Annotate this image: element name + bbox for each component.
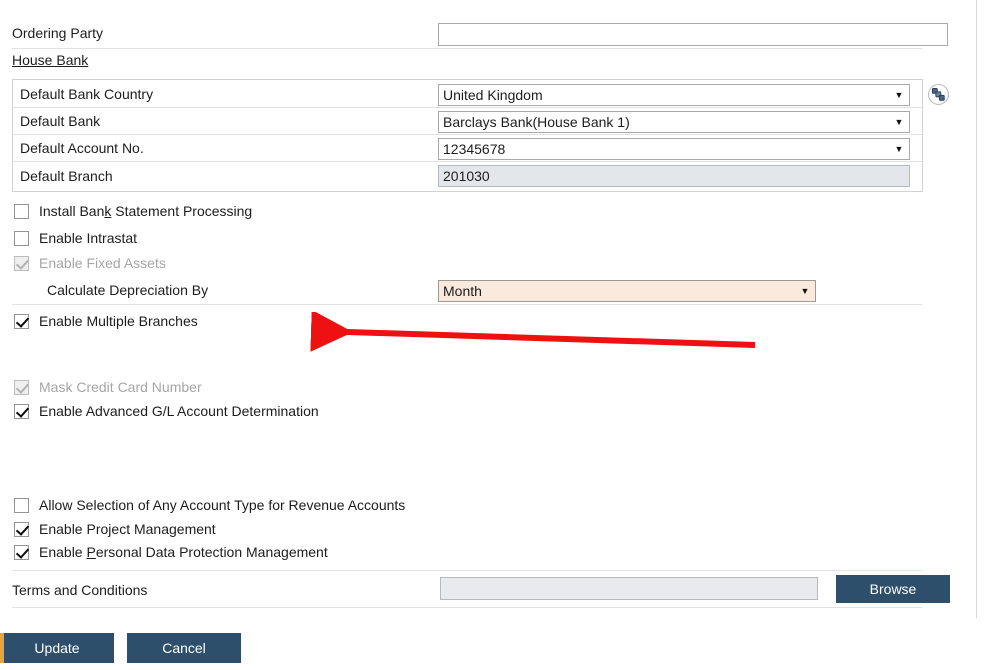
checkbox-row-allow-selection-any-account-type[interactable]: Allow Selection of Any Account Type for … [14,494,405,516]
row-separator [12,570,922,571]
checkbox-allow-selection-any-account-type[interactable] [14,498,29,513]
chevron-down-icon: ▼ [889,91,909,100]
checkbox-row-enable-advanced-gl-account-determination[interactable]: Enable Advanced G/L Account Determinatio… [14,400,319,422]
checkbox-enable-advanced-gl-account-determination[interactable] [14,404,29,419]
checkbox-label: Enable Intrastat [39,230,137,246]
checkbox-enable-intrastat[interactable] [14,231,29,246]
checkbox-enable-personal-data-protection-management[interactable] [14,545,29,560]
terms-and-conditions-label: Terms and Conditions [12,582,147,598]
cancel-button-label: Cancel [162,640,206,656]
row-separator [12,134,922,135]
default-bank-country-combo[interactable]: United Kingdom ▼ [438,84,910,106]
row-separator [12,107,922,108]
default-bank-combo[interactable]: Barclays Bank(House Bank 1) ▼ [438,111,910,133]
checkbox-row-enable-personal-data-protection-management[interactable]: Enable Personal Data Protection Manageme… [14,541,328,563]
default-bank-value: Barclays Bank(House Bank 1) [439,114,889,130]
ordering-party-label: Ordering Party [12,25,103,41]
checkbox-row-enable-fixed-assets: Enable Fixed Assets [14,252,166,274]
checkbox-label: Install Bank Statement Processing [39,203,252,219]
row-separator [12,48,922,49]
terms-and-conditions-input[interactable] [440,577,818,600]
default-branch-field: 201030 [438,165,910,187]
checkbox-mask-credit-card-number [14,380,29,395]
checkbox-label: Mask Credit Card Number [39,379,202,395]
chevron-down-icon: ▼ [795,287,815,296]
house-bank-section-header[interactable]: House Bank [12,52,88,68]
row-separator [12,607,922,608]
checkbox-label: Enable Personal Data Protection Manageme… [39,544,328,560]
default-account-no-label: Default Account No. [20,140,144,156]
checkbox-enable-fixed-assets [14,256,29,271]
checkbox-label: Enable Fixed Assets [39,255,166,271]
calculate-depreciation-combo[interactable]: Month ▼ [438,280,816,302]
checkbox-enable-multiple-branches[interactable] [14,314,29,329]
browse-button-label: Browse [870,581,917,597]
chevron-down-icon: ▼ [889,145,909,154]
default-account-no-combo[interactable]: 12345678 ▼ [438,138,910,160]
default-branch-value: 201030 [439,168,909,184]
default-bank-label: Default Bank [20,113,100,129]
calculate-depreciation-label: Calculate Depreciation By [47,282,208,298]
cancel-button[interactable]: Cancel [127,633,241,663]
checkbox-row-enable-intrastat[interactable]: Enable Intrastat [14,227,137,249]
checkbox-enable-project-management[interactable] [14,522,29,537]
annotation-arrow-icon [295,312,765,356]
row-separator [12,161,922,162]
link-chain-icon [931,87,946,102]
ordering-party-input[interactable] [438,23,948,46]
row-separator [12,304,922,305]
checkbox-row-enable-project-management[interactable]: Enable Project Management [14,518,216,540]
checkbox-row-enable-multiple-branches[interactable]: Enable Multiple Branches [14,310,198,332]
chevron-down-icon: ▼ [889,118,909,127]
default-bank-country-value: United Kingdom [439,87,889,103]
checkbox-label: Enable Advanced G/L Account Determinatio… [39,403,319,419]
panel-right-divider [976,0,977,618]
default-account-no-value: 12345678 [439,141,889,157]
link-chain-icon-button[interactable] [928,84,949,105]
general-settings-panel: Ordering Party House Bank Default Bank C… [0,0,989,670]
checkbox-install-bank-statement-processing[interactable] [14,204,29,219]
checkbox-label: Enable Multiple Branches [39,313,198,329]
update-button[interactable]: Update [0,633,114,663]
checkbox-label: Enable Project Management [39,521,216,537]
default-bank-country-label: Default Bank Country [20,86,153,102]
update-button-label: Update [34,640,79,656]
calculate-depreciation-value: Month [439,283,795,299]
default-branch-label: Default Branch [20,168,113,184]
checkbox-row-mask-credit-card-number: Mask Credit Card Number [14,376,202,398]
checkbox-row-install-bank-statement-processing[interactable]: Install Bank Statement Processing [14,200,252,222]
browse-button[interactable]: Browse [836,575,950,603]
checkbox-label: Allow Selection of Any Account Type for … [39,497,405,513]
